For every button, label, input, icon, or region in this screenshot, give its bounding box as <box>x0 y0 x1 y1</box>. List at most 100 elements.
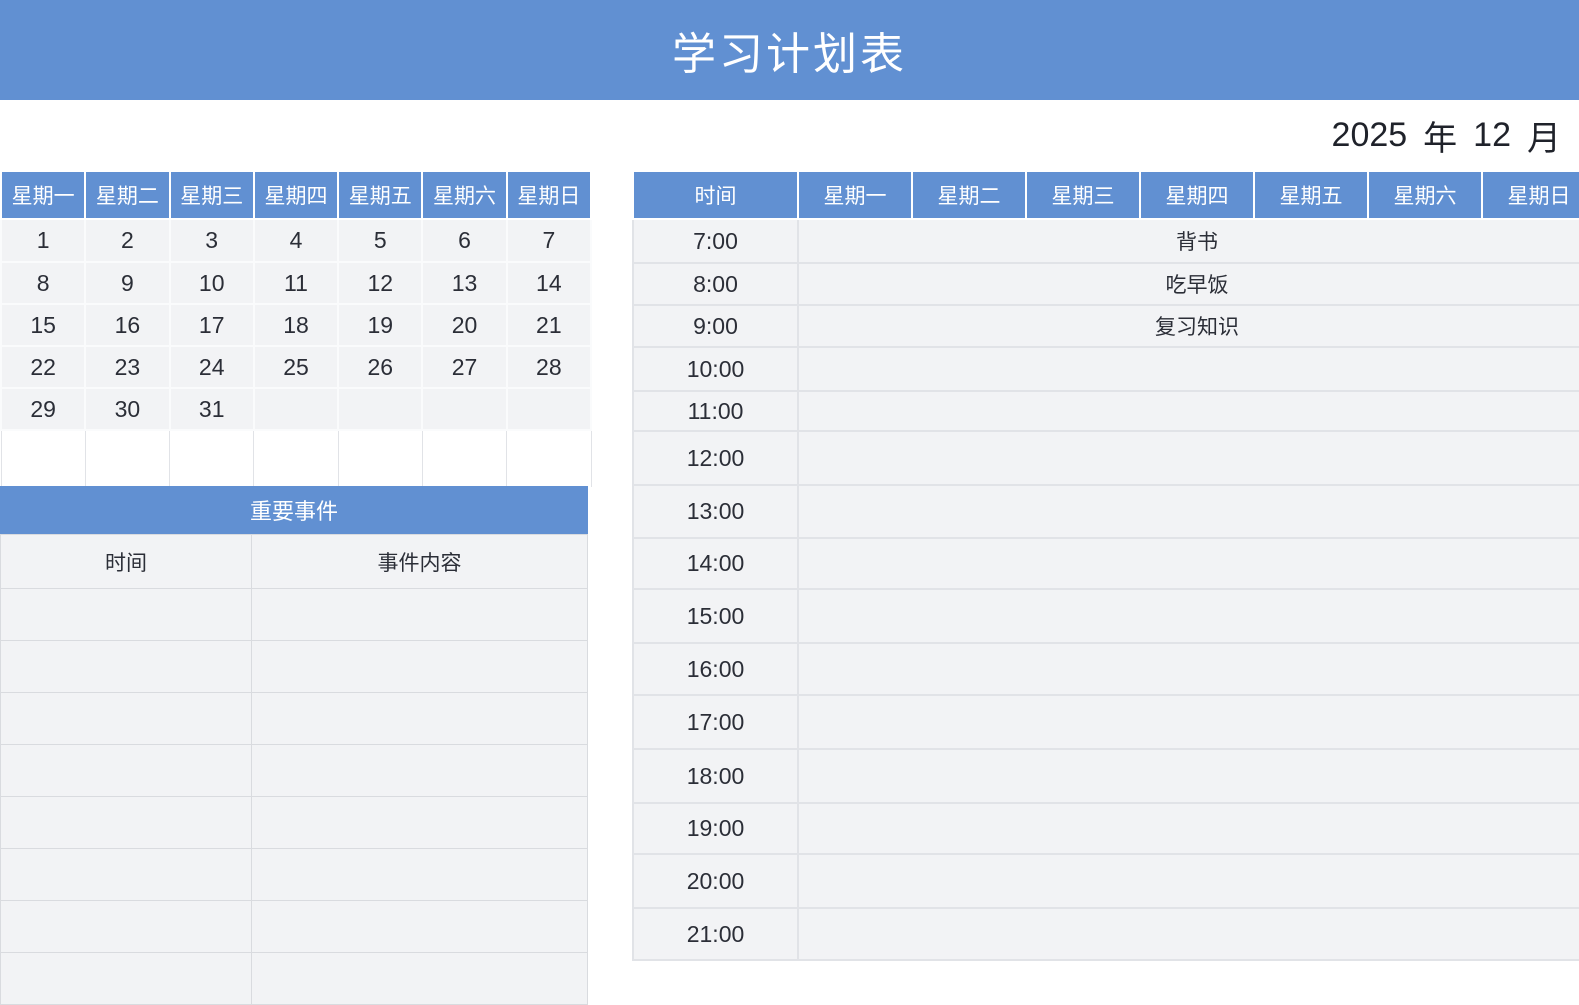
calendar-empty-cell[interactable] <box>253 429 339 487</box>
schedule-activity-cell[interactable]: 吃早饭 <box>797 262 1579 306</box>
schedule-row: 12:00 <box>632 430 1579 486</box>
weekday-header: 星期四 <box>252 170 340 220</box>
schedule-activity-cell[interactable] <box>797 694 1579 750</box>
calendar-date-cell[interactable] <box>252 387 340 431</box>
weekday-header: 星期五 <box>337 170 424 220</box>
calendar-date-cell[interactable]: 31 <box>168 387 255 431</box>
calendar-date-cell[interactable]: 7 <box>505 218 593 263</box>
event-row <box>0 744 588 797</box>
schedule-activity-cell[interactable] <box>797 588 1579 644</box>
calendar-date-cell[interactable]: 26 <box>337 345 424 389</box>
schedule-activity-cell[interactable]: 复习知识 <box>797 304 1579 348</box>
calendar-date-cell[interactable]: 3 <box>168 218 255 263</box>
event-time-cell[interactable] <box>0 900 252 953</box>
weekly-schedule: 时间 星期一 星期二 星期三 星期四 星期五 星期六 星期日 7:00 背书 8… <box>632 170 1579 961</box>
calendar-date-cell[interactable]: 22 <box>0 345 87 389</box>
schedule-time-cell: 14:00 <box>632 537 799 590</box>
calendar-date-cell[interactable]: 19 <box>337 303 424 347</box>
schedule-activity-cell[interactable] <box>797 346 1579 392</box>
calendar-empty-cell[interactable] <box>169 429 255 487</box>
calendar-date-cell[interactable]: 12 <box>337 261 424 305</box>
calendar-date-cell[interactable]: 5 <box>337 218 424 263</box>
calendar-date-cell[interactable]: 17 <box>168 303 255 347</box>
event-time-cell[interactable] <box>0 952 252 1005</box>
calendar-date-cell[interactable]: 30 <box>84 387 171 431</box>
schedule-activity-cell[interactable]: 背书 <box>797 218 1579 264</box>
calendar-empty-cell[interactable] <box>0 429 86 487</box>
calendar-empty-cell[interactable] <box>84 429 171 487</box>
schedule-time-cell: 21:00 <box>632 907 799 961</box>
schedule-activity-cell[interactable] <box>797 390 1579 432</box>
calendar-week-row: 8 9 10 11 12 13 14 <box>0 261 593 305</box>
date-month-label: 月 <box>1527 119 1561 158</box>
schedule-activity-cell[interactable] <box>797 853 1579 909</box>
event-content-cell[interactable] <box>251 900 588 953</box>
schedule-row: 17:00 <box>632 694 1579 750</box>
calendar-date-cell[interactable]: 14 <box>505 261 593 305</box>
event-content-cell[interactable] <box>251 692 588 745</box>
calendar-date-cell[interactable]: 16 <box>84 303 171 347</box>
schedule-activity-cell[interactable] <box>797 430 1579 486</box>
schedule-row: 18:00 <box>632 748 1579 804</box>
schedule-row: 7:00 背书 <box>632 218 1579 264</box>
calendar-date-cell[interactable] <box>421 387 508 431</box>
calendar-date-cell[interactable]: 21 <box>505 303 593 347</box>
event-content-cell[interactable] <box>251 796 588 849</box>
calendar-week-row: 15 16 17 18 19 20 21 <box>0 303 593 347</box>
calendar-empty-cell[interactable] <box>337 429 423 487</box>
schedule-time-cell: 8:00 <box>632 262 799 306</box>
calendar-date-cell[interactable]: 1 <box>0 218 87 263</box>
schedule-time-cell: 10:00 <box>632 346 799 392</box>
calendar-date-cell[interactable]: 23 <box>84 345 171 389</box>
event-content-cell[interactable] <box>251 588 588 641</box>
event-time-cell[interactable] <box>0 692 252 745</box>
event-time-cell[interactable] <box>0 796 252 849</box>
calendar-date-cell[interactable] <box>337 387 424 431</box>
calendar-date-cell[interactable]: 11 <box>252 261 340 305</box>
calendar-date-cell[interactable]: 6 <box>421 218 508 263</box>
schedule-row: 10:00 <box>632 346 1579 392</box>
event-time-cell[interactable] <box>0 744 252 797</box>
event-content-cell[interactable] <box>251 744 588 797</box>
schedule-activity-cell[interactable] <box>797 642 1579 696</box>
schedule-activity-cell[interactable] <box>797 748 1579 804</box>
event-content-cell[interactable] <box>251 952 588 1005</box>
event-content-cell[interactable] <box>251 848 588 901</box>
calendar-date-cell[interactable]: 8 <box>0 261 87 305</box>
month-calendar: 星期一 星期二 星期三 星期四 星期五 星期六 星期日 1 2 3 4 5 6 … <box>0 170 593 487</box>
event-time-cell[interactable] <box>0 848 252 901</box>
calendar-date-cell[interactable]: 2 <box>84 218 171 263</box>
calendar-empty-cell[interactable] <box>506 429 592 487</box>
calendar-date-cell[interactable]: 24 <box>168 345 255 389</box>
schedule-activity-cell[interactable] <box>797 802 1579 855</box>
calendar-date-cell[interactable]: 13 <box>421 261 508 305</box>
date-year: 2025 <box>1331 115 1408 154</box>
calendar-date-cell[interactable]: 27 <box>421 345 508 389</box>
schedule-activity-cell[interactable] <box>797 537 1579 590</box>
schedule-activity-cell[interactable] <box>797 907 1579 961</box>
event-row <box>0 848 588 901</box>
event-time-cell[interactable] <box>0 640 252 693</box>
calendar-date-cell[interactable]: 18 <box>252 303 340 347</box>
event-content-cell[interactable] <box>251 640 588 693</box>
calendar-date-cell[interactable]: 9 <box>84 261 171 305</box>
title-banner: 学习计划表 <box>0 0 1579 100</box>
schedule-time-cell: 20:00 <box>632 853 799 909</box>
schedule-row: 15:00 <box>632 588 1579 644</box>
event-time-cell[interactable] <box>0 588 252 641</box>
calendar-date-cell[interactable] <box>505 387 593 431</box>
calendar-date-cell[interactable]: 4 <box>252 218 340 263</box>
schedule-row: 16:00 <box>632 642 1579 696</box>
calendar-date-cell[interactable]: 10 <box>168 261 255 305</box>
calendar-empty-cell[interactable] <box>421 429 508 487</box>
calendar-date-cell[interactable]: 28 <box>505 345 593 389</box>
schedule-header-row: 时间 星期一 星期二 星期三 星期四 星期五 星期六 星期日 <box>632 170 1579 220</box>
important-events-title: 重要事件 <box>249 499 338 524</box>
calendar-date-cell[interactable]: 20 <box>421 303 508 347</box>
schedule-activity-cell[interactable] <box>797 484 1579 539</box>
calendar-date-cell[interactable]: 15 <box>0 303 87 347</box>
weekday-header: 星期一 <box>0 170 87 220</box>
calendar-date-cell[interactable]: 29 <box>0 387 87 431</box>
schedule-row: 11:00 <box>632 390 1579 432</box>
calendar-date-cell[interactable]: 25 <box>252 345 340 389</box>
